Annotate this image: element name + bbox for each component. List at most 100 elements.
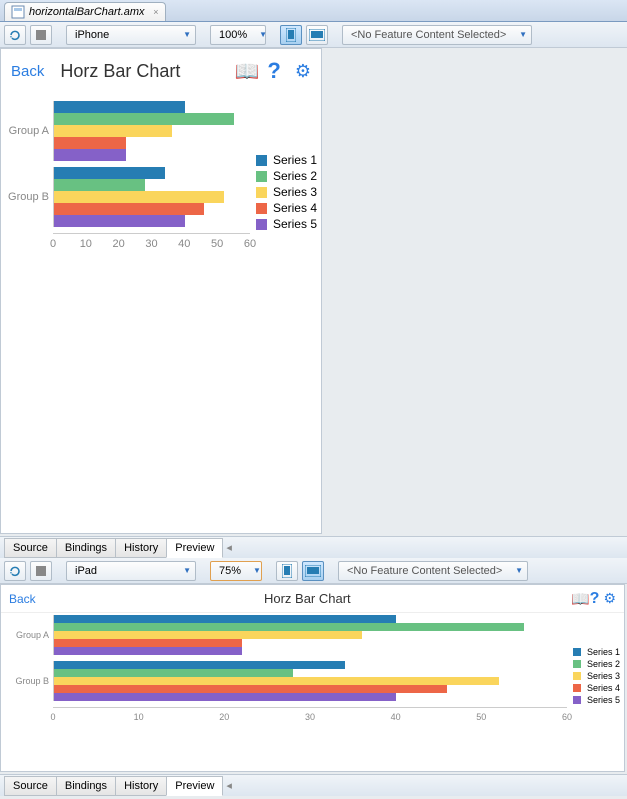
bar: [54, 179, 145, 191]
preview-pane-iphone: iPhone ▼ 100% ▼ <No Feature Content Sele…: [0, 22, 627, 558]
feature-dropdown-value: <No Feature Content Selected>: [347, 565, 502, 577]
legend-swatch: [573, 648, 581, 656]
tab-history[interactable]: History: [115, 538, 167, 558]
bookmark-icon[interactable]: 📖: [235, 59, 260, 84]
feature-dropdown[interactable]: <No Feature Content Selected> ▼: [342, 25, 532, 45]
portrait-button[interactable]: [276, 561, 298, 581]
back-button[interactable]: Back: [11, 63, 44, 80]
legend-item: Series 2: [256, 169, 317, 183]
chart-iphone: Group AGroup B 0102030405060 Series 1Ser…: [1, 93, 321, 257]
device-dropdown-value: iPad: [75, 565, 97, 577]
legend-item: Series 3: [573, 671, 620, 681]
bar: [54, 669, 293, 677]
file-tab-label: horizontalBarChart.amx: [29, 6, 145, 18]
file-tab[interactable]: horizontalBarChart.amx ×: [4, 2, 166, 21]
tab-source[interactable]: Source: [4, 776, 57, 796]
bar: [54, 677, 499, 685]
tab-source[interactable]: Source: [4, 538, 57, 558]
toolbar-iphone: iPhone ▼ 100% ▼ <No Feature Content Sele…: [0, 22, 627, 48]
legend-swatch: [573, 684, 581, 692]
legend-label: Series 4: [273, 201, 317, 215]
bar: [54, 215, 185, 227]
axis-tick: 60: [244, 238, 256, 250]
tab-preview[interactable]: Preview: [166, 776, 223, 796]
bookmark-icon[interactable]: 📖: [571, 590, 590, 608]
legend-item: Series 5: [573, 695, 620, 705]
page-title: Horz Bar Chart: [52, 61, 226, 82]
refresh-icon: [8, 564, 22, 578]
landscape-button[interactable]: [302, 561, 324, 581]
tab-bindings[interactable]: Bindings: [56, 538, 116, 558]
axis-tick: 30: [305, 712, 315, 722]
ipad-canvas: Back Horz Bar Chart 📖 ? ⚙ Group AGroup B…: [0, 584, 625, 772]
legend-label: Series 4: [587, 683, 620, 693]
file-icon: [11, 5, 25, 19]
tab-history[interactable]: History: [115, 776, 167, 796]
tab-preview[interactable]: Preview: [166, 538, 223, 558]
legend-item: Series 3: [256, 185, 317, 199]
legend-item: Series 4: [256, 201, 317, 215]
group-label: Group A: [5, 615, 53, 655]
toolbar-ipad: iPad ▼ 75% ▼ <No Feature Content Selecte…: [0, 558, 627, 584]
bar: [54, 137, 126, 149]
chevron-down-icon: ▼: [259, 30, 267, 39]
refresh-button[interactable]: [4, 25, 26, 45]
back-button[interactable]: Back: [9, 592, 36, 606]
stop-button[interactable]: [30, 25, 52, 45]
legend-item: Series 1: [256, 153, 317, 167]
preview-pane-ipad: iPad ▼ 75% ▼ <No Feature Content Selecte…: [0, 558, 627, 796]
axis-tick: 30: [145, 238, 157, 250]
portrait-icon: [282, 564, 292, 578]
bar: [54, 623, 524, 631]
close-icon[interactable]: ×: [153, 7, 158, 17]
bar: [54, 639, 242, 647]
landscape-icon: [305, 565, 321, 577]
axis-tick: 20: [113, 238, 125, 250]
gear-icon[interactable]: ⚙: [295, 61, 311, 82]
bar: [54, 101, 185, 113]
axis-tick: 50: [476, 712, 486, 722]
refresh-button[interactable]: [4, 561, 26, 581]
group-label: Group B: [5, 167, 53, 227]
scroll-left-icon[interactable]: ◂: [226, 541, 232, 554]
landscape-button[interactable]: [306, 25, 328, 45]
device-dropdown[interactable]: iPad ▼: [66, 561, 196, 581]
gear-icon[interactable]: ⚙: [603, 590, 616, 607]
bar: [54, 685, 447, 693]
zoom-dropdown-value: 100%: [219, 29, 247, 41]
chevron-down-icon: ▼: [183, 30, 191, 39]
chevron-down-icon: ▼: [183, 566, 191, 575]
chart-ipad: Group AGroup B 0102030405060 Series 1Ser…: [1, 613, 624, 725]
help-icon[interactable]: ?: [590, 590, 600, 608]
scroll-left-icon[interactable]: ◂: [226, 779, 232, 792]
legend-swatch: [256, 203, 267, 214]
stop-icon: [36, 30, 46, 40]
help-icon[interactable]: ?: [267, 58, 280, 84]
legend: Series 1Series 2Series 3Series 4Series 5: [573, 645, 620, 723]
legend-item: Series 1: [573, 647, 620, 657]
legend-swatch: [573, 660, 581, 668]
device-dropdown[interactable]: iPhone ▼: [66, 25, 196, 45]
bar: [54, 631, 362, 639]
chevron-down-icon: ▼: [515, 566, 523, 575]
axis-tick: 50: [211, 238, 223, 250]
device-dropdown-value: iPhone: [75, 29, 109, 41]
tab-bindings[interactable]: Bindings: [56, 776, 116, 796]
bar: [54, 167, 165, 179]
bar: [54, 203, 204, 215]
zoom-dropdown[interactable]: 100% ▼: [210, 25, 266, 45]
page-header: Back Horz Bar Chart 📖 ? ⚙: [1, 585, 624, 613]
legend-swatch: [256, 187, 267, 198]
legend-swatch: [573, 672, 581, 680]
bar: [54, 191, 224, 203]
file-tab-bar: horizontalBarChart.amx ×: [0, 0, 627, 22]
bar: [54, 647, 242, 655]
landscape-icon: [309, 29, 325, 41]
stop-icon: [36, 566, 46, 576]
feature-dropdown[interactable]: <No Feature Content Selected> ▼: [338, 561, 528, 581]
stop-button[interactable]: [30, 561, 52, 581]
portrait-button[interactable]: [280, 25, 302, 45]
zoom-dropdown[interactable]: 75% ▼: [210, 561, 262, 581]
axis-tick: 10: [80, 238, 92, 250]
legend-label: Series 5: [273, 217, 317, 231]
